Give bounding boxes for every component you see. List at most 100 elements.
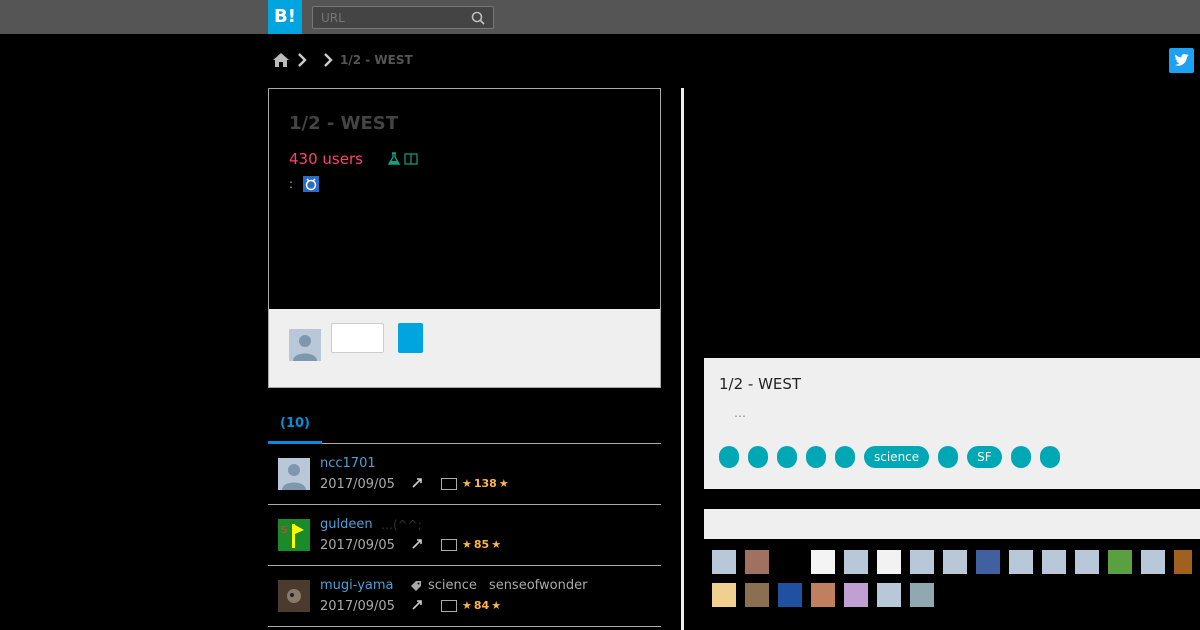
chevron-right-icon <box>324 53 333 67</box>
tag-chip[interactable] <box>938 446 959 468</box>
bookmark-tabs: (10) <box>268 408 661 444</box>
avatar[interactable] <box>278 580 310 612</box>
bookmark-tags: science senseofwonder <box>410 578 587 593</box>
chevron-right-icon <box>298 53 307 67</box>
star-icon: ★ <box>491 599 502 612</box>
add-star-button[interactable] <box>441 599 457 612</box>
star-area: ★ 84 ★ <box>441 599 501 612</box>
avatar[interactable] <box>1009 550 1033 574</box>
add-star-button[interactable] <box>441 538 457 551</box>
bookmark-date[interactable]: 2017/09/05 <box>320 477 395 492</box>
avatar[interactable] <box>910 583 934 607</box>
breadcrumb-title: 1/2 - WEST <box>340 53 413 67</box>
bookmark-username[interactable]: guldeen <box>320 517 373 532</box>
bookmark-date[interactable]: 2017/09/05 <box>320 599 395 614</box>
tag-link[interactable]: senseofwonder <box>489 578 588 593</box>
tag-chip[interactable] <box>719 446 739 468</box>
avatar[interactable] <box>712 583 736 607</box>
related-entry-title[interactable]: 1/2 - WEST <box>719 375 801 393</box>
avatar[interactable] <box>877 550 901 574</box>
avatar[interactable]: S <box>278 519 310 551</box>
tag-chip[interactable] <box>1039 446 1060 468</box>
meta-prefix: : <box>289 177 294 191</box>
avatar[interactable] <box>877 583 901 607</box>
tag-row: science SF <box>719 446 1060 468</box>
avatar[interactable] <box>712 550 736 574</box>
related-entry-card: 1/2 - WEST … science SF <box>704 358 1200 489</box>
top-bar: B! <box>0 0 1200 34</box>
users-section-header <box>704 509 1200 539</box>
tag-chip[interactable]: SF <box>967 446 1002 468</box>
add-bookmark-button[interactable] <box>398 323 423 353</box>
comment-form <box>269 309 660 387</box>
add-star-button[interactable] <box>441 477 457 490</box>
star-area: ★ 138 ★ <box>441 477 509 490</box>
star-count: 85 <box>473 538 490 551</box>
book-icon[interactable] <box>404 152 418 166</box>
site-favicon-icon[interactable] <box>303 176 320 192</box>
avatar[interactable] <box>910 550 934 574</box>
avatar[interactable] <box>1042 550 1066 574</box>
avatar[interactable] <box>745 550 769 574</box>
star-icon: ★ <box>498 477 509 490</box>
entry-meta: : <box>289 176 320 192</box>
bookmark-list: ncc1701 2017/09/05 ★ 138 ★ S guldeen …(^… <box>268 444 661 627</box>
column-divider <box>681 88 684 630</box>
bookmark-count[interactable]: 430 users <box>289 150 363 168</box>
bookmark-comment: …(^^; <box>381 518 422 532</box>
star-icon: ★ <box>462 477 472 490</box>
bookmark-date[interactable]: 2017/09/05 <box>320 538 395 553</box>
tag-icon <box>411 580 421 591</box>
user-placeholder-icon <box>293 335 317 361</box>
avatar[interactable] <box>844 550 868 574</box>
avatar[interactable] <box>278 458 310 490</box>
star-icon: ★ <box>462 599 472 612</box>
link-icon[interactable] <box>411 477 423 489</box>
bookmark-username[interactable]: mugi-yama <box>320 578 394 593</box>
avatar[interactable] <box>811 550 835 574</box>
avatar[interactable] <box>844 583 868 607</box>
avatar[interactable] <box>778 550 802 574</box>
twitter-icon <box>1175 53 1189 66</box>
star-count: 84 <box>473 599 490 612</box>
tag-chip[interactable] <box>748 446 768 468</box>
user-avatar-grid <box>712 550 1200 616</box>
avatar[interactable] <box>811 583 835 607</box>
list-item: S guldeen …(^^; 2017/09/05 ★ 85 ★ <box>268 505 661 566</box>
avatar[interactable] <box>976 550 1000 574</box>
home-icon[interactable] <box>272 51 290 69</box>
avatar[interactable] <box>1174 550 1192 574</box>
link-icon[interactable] <box>411 538 423 550</box>
entry-title[interactable]: 1/2 - WEST <box>289 113 398 134</box>
link-icon[interactable] <box>411 599 423 611</box>
star-count: 138 <box>473 477 497 490</box>
tag-chip[interactable] <box>806 446 826 468</box>
avatar[interactable] <box>778 583 802 607</box>
related-entry-description: … <box>734 406 746 420</box>
tab-comments[interactable]: (10) <box>268 408 322 444</box>
hatena-logo[interactable]: B! <box>268 0 302 34</box>
comment-input[interactable] <box>331 323 384 353</box>
avatar[interactable] <box>1075 550 1099 574</box>
avatar[interactable] <box>745 583 769 607</box>
search-input[interactable] <box>313 7 463 28</box>
avatar[interactable] <box>1108 550 1132 574</box>
tag-chip[interactable]: science <box>864 446 930 468</box>
bookmark-username[interactable]: ncc1701 <box>320 456 376 471</box>
tag-chip[interactable] <box>777 446 797 468</box>
tag-chip[interactable] <box>1010 446 1031 468</box>
avatar[interactable] <box>1141 550 1165 574</box>
list-item: ncc1701 2017/09/05 ★ 138 ★ <box>268 444 661 505</box>
flask-icon[interactable] <box>387 152 401 166</box>
star-area: ★ 85 ★ <box>441 538 501 551</box>
svg-text:S: S <box>281 525 287 536</box>
search-icon[interactable] <box>471 11 485 25</box>
list-item: mugi-yama science senseofwonder 2017/09/… <box>268 566 661 627</box>
star-icon: ★ <box>462 538 472 551</box>
avatar[interactable] <box>943 550 967 574</box>
tag-link[interactable]: science <box>428 578 477 593</box>
tag-chip[interactable] <box>835 446 855 468</box>
search-box <box>312 6 494 29</box>
star-icon: ★ <box>491 538 502 551</box>
twitter-share-button[interactable] <box>1169 48 1194 73</box>
